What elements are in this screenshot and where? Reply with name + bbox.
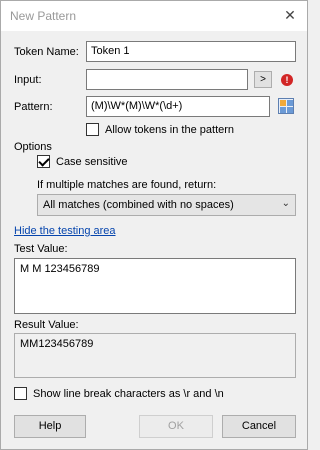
- options-heading: Options: [14, 141, 52, 153]
- allow-tokens-label: Allow tokens in the pattern: [105, 124, 235, 136]
- multiple-matches-value: All matches (combined with no spaces): [43, 199, 234, 211]
- hide-testing-area-link[interactable]: Hide the testing area: [14, 225, 116, 237]
- show-line-break-label: Show line break characters as \r and \n: [33, 388, 224, 400]
- close-icon[interactable]: ✕: [279, 5, 301, 25]
- result-value-label: Result Value:: [14, 319, 79, 331]
- multiple-matches-label: If multiple matches are found, return:: [37, 179, 217, 191]
- test-value-label: Test Value:: [14, 243, 68, 255]
- run-input-button[interactable]: >: [254, 71, 272, 88]
- result-value-box: MM123456789: [14, 333, 296, 378]
- token-picker-icon[interactable]: [278, 98, 294, 114]
- dialog-title: New Pattern: [10, 9, 77, 23]
- case-sensitive-label: Case sensitive: [56, 156, 128, 168]
- input-label: Input:: [14, 74, 42, 86]
- new-pattern-dialog: New Pattern ✕ Token Name: Token 1 Input:…: [0, 0, 308, 450]
- chevron-down-icon: ⌄: [281, 198, 290, 209]
- token-name-input[interactable]: Token 1: [86, 41, 296, 62]
- show-line-break-checkbox[interactable]: [14, 387, 27, 400]
- pattern-input[interactable]: (M)\W*(M)\W*(\d+): [86, 96, 270, 117]
- test-value-textarea[interactable]: M M 123456789: [14, 258, 296, 314]
- case-sensitive-checkbox[interactable]: [37, 155, 50, 168]
- help-button[interactable]: Help: [14, 415, 86, 438]
- title-bar: New Pattern ✕: [1, 1, 307, 31]
- token-name-label: Token Name:: [14, 46, 79, 58]
- multiple-matches-select[interactable]: All matches (combined with no spaces) ⌄: [37, 194, 296, 216]
- cancel-button[interactable]: Cancel: [222, 415, 296, 438]
- pattern-label: Pattern:: [14, 101, 53, 113]
- allow-tokens-checkbox[interactable]: [86, 123, 99, 136]
- ok-button[interactable]: OK: [139, 415, 213, 438]
- error-icon: !: [281, 74, 293, 86]
- input-field[interactable]: [86, 69, 248, 90]
